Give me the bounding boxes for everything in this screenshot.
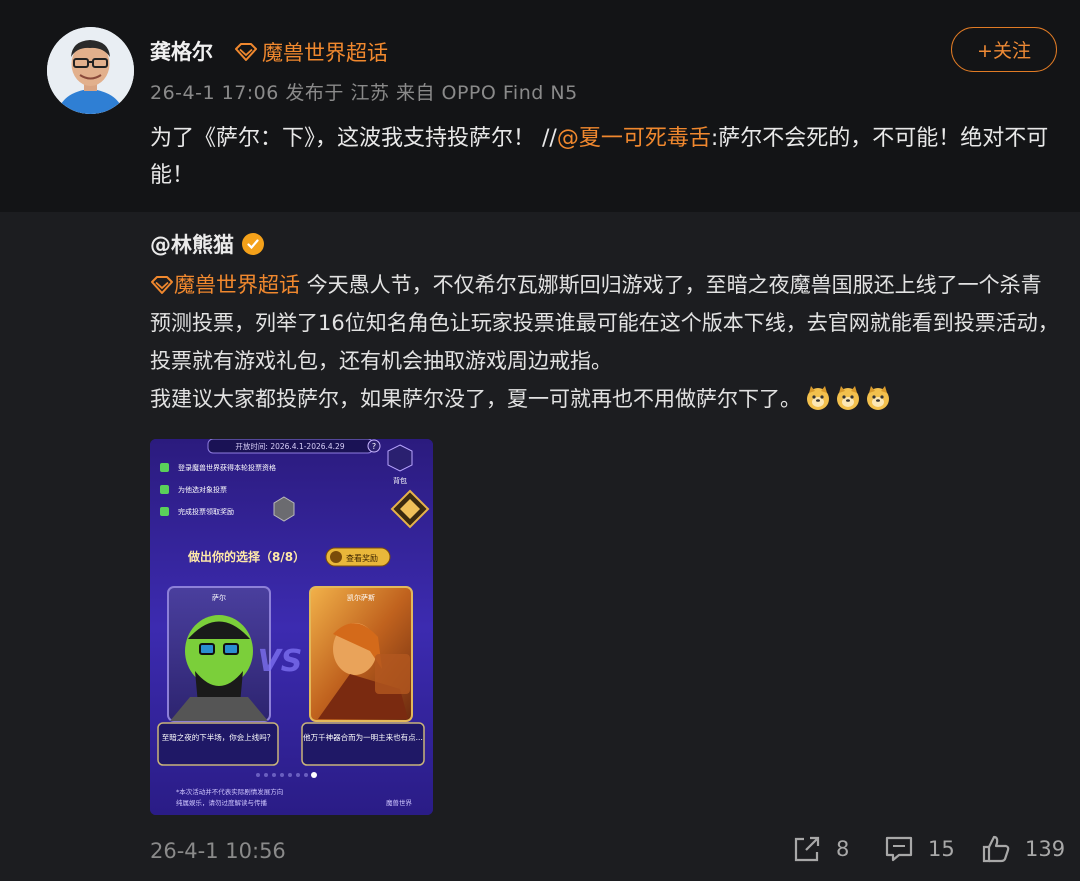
image-note-2: 纯属娱乐，请勿过度解读与传播 [176, 798, 268, 807]
image-brand: 魔兽世界 [386, 798, 413, 807]
image-note: *本次活动并不代表实际剧情发展方向 [176, 787, 283, 796]
repost-image[interactable]: 开放时间: 2026.4.1-2026.4.29 ? 登录魔兽世界获得本轮投票资… [150, 439, 433, 815]
post-meta: 26-4-1 17:06 发布于 江苏 来自 OPPO Find N5 [150, 82, 578, 104]
comment-icon [885, 836, 913, 862]
left-card-name: 萨尔 [212, 593, 226, 602]
repost-time: 26-4-1 10:56 [150, 839, 286, 863]
share-button[interactable]: 8 [792, 835, 849, 863]
right-card-name: 凯尔萨斯 [347, 593, 375, 602]
like-button[interactable]: 139 [981, 835, 1065, 863]
doge-emoji [837, 386, 859, 410]
comment-button[interactable]: 15 [884, 835, 955, 863]
repost-text-line2: 我建议大家都投萨尔，如果萨尔没了，夏一可就再也不用做萨尔下了。 [150, 387, 801, 411]
author-avatar[interactable] [47, 27, 134, 114]
share-icon [794, 836, 820, 862]
author-name[interactable]: 龚格尔 [150, 36, 213, 66]
avatar-image [47, 27, 134, 114]
mention-link[interactable]: @夏一可死毒舌 [557, 126, 711, 151]
follow-button-label: +关注 [977, 40, 1031, 62]
image-title: 做出你的选择（8/8） [187, 549, 305, 564]
diamond-icon [235, 43, 257, 61]
repost-author-row: @林熊猫 [150, 229, 264, 259]
vs-icon: VS [258, 644, 303, 679]
topic-badge[interactable]: 魔兽世界超话 [234, 37, 388, 67]
image-task-3: 完成投票领取奖励 [178, 507, 234, 516]
repost-text: 魔兽世界超话 今天愚人节，不仅希尔瓦娜斯回归游戏了，至暗之夜魔兽国服还上线了一个… [150, 266, 1060, 418]
verified-badge-icon [242, 233, 264, 255]
image-date-range: 开放时间: 2026.4.1-2026.4.29 [235, 441, 344, 451]
post-text-prefix: 为了《萨尔：下》，这波我支持投萨尔！ // [150, 126, 557, 151]
image-reward-button: 查看奖励 [346, 553, 378, 563]
thumbs-up-icon [982, 835, 1010, 863]
follow-button[interactable]: +关注 [951, 27, 1057, 72]
image-right-label: 背包 [393, 476, 407, 485]
comment-count: 15 [928, 837, 955, 861]
right-caption: 他万千神器合而为一明主来也有点... [303, 732, 423, 742]
repost-author[interactable]: @林熊猫 [150, 229, 234, 259]
topic-badge-label: 魔兽世界超话 [262, 41, 388, 65]
left-caption: 至暗之夜的下半场，你会上线吗？ [162, 732, 275, 742]
diamond-icon [151, 276, 173, 294]
repost-topic-link[interactable]: 魔兽世界超话 [174, 273, 300, 297]
post-text: 为了《萨尔：下》，这波我支持投萨尔！ //@夏一可死毒舌:萨尔不会死的，不可能！… [150, 120, 1050, 194]
help-icon: ? [372, 442, 376, 451]
share-count: 8 [836, 837, 850, 861]
like-count: 139 [1025, 837, 1066, 861]
image-task-1: 登录魔兽世界获得本轮投票资格 [178, 463, 276, 472]
doge-emoji [807, 386, 829, 410]
doge-emoji [867, 386, 889, 410]
image-task-2: 为他选对象投票 [178, 485, 227, 494]
